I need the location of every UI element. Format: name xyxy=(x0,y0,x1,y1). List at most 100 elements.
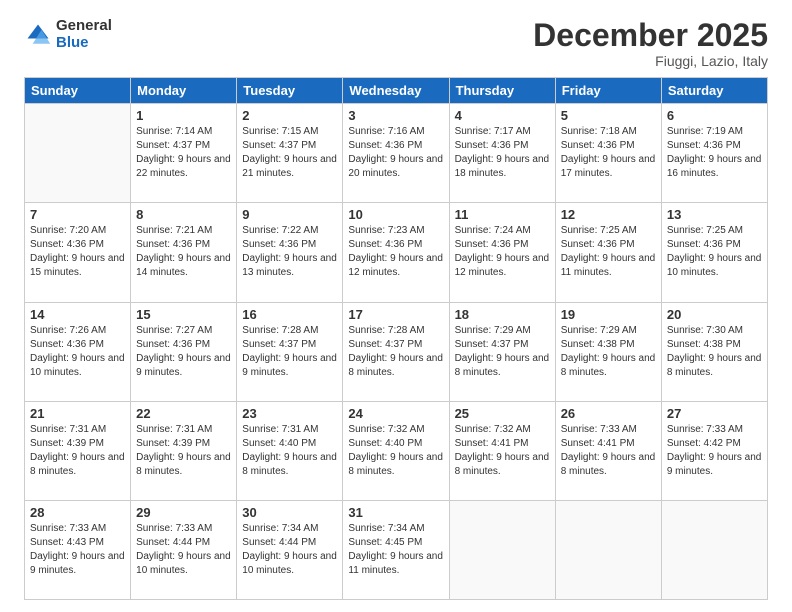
calendar-cell xyxy=(449,500,555,599)
cell-info: Sunrise: 7:33 AMSunset: 4:41 PMDaylight:… xyxy=(561,423,656,479)
day-number: 28 xyxy=(30,505,125,520)
calendar-week-2: 7 Sunrise: 7:20 AMSunset: 4:36 PMDaylight… xyxy=(25,203,768,302)
day-number: 12 xyxy=(561,207,656,222)
weekday-header-thursday: Thursday xyxy=(449,78,555,104)
calendar-cell xyxy=(25,104,131,203)
calendar-cell: 9Sunrise: 7:22 AMSunset: 4:36 PMDaylight… xyxy=(237,203,343,302)
calendar-cell: 12 Sunrise: 7:25 AMSunset: 4:36 PMDayligh… xyxy=(555,203,661,302)
month-title: December 2025 xyxy=(533,18,768,53)
day-number: 7 xyxy=(30,207,125,222)
day-number: 4 xyxy=(455,108,550,123)
calendar-cell: 6 Sunrise: 7:19 AMSunset: 4:36 PMDaylight… xyxy=(661,104,767,203)
logo-general: General xyxy=(56,18,112,35)
header: General Blue December 2025 Fiuggi, Lazio… xyxy=(24,18,768,69)
calendar-cell: 1 Sunrise: 7:14 AMSunset: 4:37 PMDaylight… xyxy=(131,104,237,203)
cell-info: Sunrise: 7:29 AMSunset: 4:37 PMDaylight:… xyxy=(455,324,550,380)
day-number: 1 xyxy=(136,108,231,123)
day-number: 25 xyxy=(455,406,550,421)
title-block: December 2025 Fiuggi, Lazio, Italy xyxy=(533,18,768,69)
day-number: 30 xyxy=(242,505,337,520)
day-number: 11 xyxy=(455,207,550,222)
day-number: 22 xyxy=(136,406,231,421)
calendar-cell: 11 Sunrise: 7:24 AMSunset: 4:36 PMDayligh… xyxy=(449,203,555,302)
calendar-cell: 21Sunrise: 7:31 AMSunset: 4:39 PMDayligh… xyxy=(25,401,131,500)
calendar-cell: 2Sunrise: 7:15 AMSunset: 4:37 PMDaylight… xyxy=(237,104,343,203)
cell-info: Sunrise: 7:25 AMSunset: 4:36 PMDaylight:… xyxy=(667,224,762,280)
calendar-cell xyxy=(661,500,767,599)
cell-info: Sunrise: 7:27 AMSunset: 4:36 PMDaylight:… xyxy=(136,324,231,380)
cell-info: Sunrise: 7:32 AMSunset: 4:41 PMDaylight:… xyxy=(455,423,550,479)
calendar-cell: 10Sunrise: 7:23 AMSunset: 4:36 PMDayligh… xyxy=(343,203,449,302)
cell-info: Sunrise: 7:20 AMSunset: 4:36 PMDaylight:… xyxy=(30,224,125,280)
cell-info: Sunrise: 7:16 AMSunset: 4:36 PMDaylight:… xyxy=(348,125,443,181)
calendar-cell: 3 Sunrise: 7:16 AMSunset: 4:36 PMDaylight… xyxy=(343,104,449,203)
calendar-cell: 23 Sunrise: 7:31 AMSunset: 4:40 PMDayligh… xyxy=(237,401,343,500)
logo-text: General Blue xyxy=(56,18,112,51)
calendar-cell: 7 Sunrise: 7:20 AMSunset: 4:36 PMDaylight… xyxy=(25,203,131,302)
calendar-cell: 26 Sunrise: 7:33 AMSunset: 4:41 PMDayligh… xyxy=(555,401,661,500)
calendar-cell: 13Sunrise: 7:25 AMSunset: 4:36 PMDayligh… xyxy=(661,203,767,302)
calendar-cell: 30 Sunrise: 7:34 AMSunset: 4:44 PMDayligh… xyxy=(237,500,343,599)
cell-info: Sunrise: 7:29 AMSunset: 4:38 PMDaylight:… xyxy=(561,324,656,380)
calendar-cell: 24 Sunrise: 7:32 AMSunset: 4:40 PMDayligh… xyxy=(343,401,449,500)
day-number: 18 xyxy=(455,307,550,322)
calendar-cell: 31 Sunrise: 7:34 AMSunset: 4:45 PMDayligh… xyxy=(343,500,449,599)
cell-info: Sunrise: 7:31 AMSunset: 4:40 PMDaylight:… xyxy=(242,423,337,479)
day-number: 29 xyxy=(136,505,231,520)
weekday-header-friday: Friday xyxy=(555,78,661,104)
weekday-header-tuesday: Tuesday xyxy=(237,78,343,104)
cell-info: Sunrise: 7:31 AMSunset: 4:39 PMDaylight:… xyxy=(30,423,125,479)
day-number: 6 xyxy=(667,108,762,123)
calendar-cell: 28 Sunrise: 7:33 AMSunset: 4:43 PMDayligh… xyxy=(25,500,131,599)
day-number: 27 xyxy=(667,406,762,421)
day-number: 15 xyxy=(136,307,231,322)
calendar-cell: 29 Sunrise: 7:33 AMSunset: 4:44 PMDayligh… xyxy=(131,500,237,599)
cell-info: Sunrise: 7:32 AMSunset: 4:40 PMDaylight:… xyxy=(348,423,443,479)
weekday-header-row: SundayMondayTuesdayWednesdayThursdayFrid… xyxy=(25,78,768,104)
cell-info: Sunrise: 7:14 AMSunset: 4:37 PMDaylight:… xyxy=(136,125,231,181)
day-number: 3 xyxy=(348,108,443,123)
cell-info: Sunrise: 7:34 AMSunset: 4:45 PMDaylight:… xyxy=(348,522,443,578)
day-number: 19 xyxy=(561,307,656,322)
calendar-cell: 20Sunrise: 7:30 AMSunset: 4:38 PMDayligh… xyxy=(661,302,767,401)
cell-info: Sunrise: 7:30 AMSunset: 4:38 PMDaylight:… xyxy=(667,324,762,380)
day-number: 31 xyxy=(348,505,443,520)
cell-info: Sunrise: 7:28 AMSunset: 4:37 PMDaylight:… xyxy=(242,324,337,380)
calendar-cell: 17Sunrise: 7:28 AMSunset: 4:37 PMDayligh… xyxy=(343,302,449,401)
cell-info: Sunrise: 7:21 AMSunset: 4:36 PMDaylight:… xyxy=(136,224,231,280)
day-number: 5 xyxy=(561,108,656,123)
cell-info: Sunrise: 7:18 AMSunset: 4:36 PMDaylight:… xyxy=(561,125,656,181)
location-subtitle: Fiuggi, Lazio, Italy xyxy=(533,53,768,69)
logo-icon xyxy=(24,21,52,49)
day-number: 24 xyxy=(348,406,443,421)
calendar-week-4: 21Sunrise: 7:31 AMSunset: 4:39 PMDayligh… xyxy=(25,401,768,500)
cell-info: Sunrise: 7:33 AMSunset: 4:43 PMDaylight:… xyxy=(30,522,125,578)
calendar-week-3: 14Sunrise: 7:26 AMSunset: 4:36 PMDayligh… xyxy=(25,302,768,401)
cell-info: Sunrise: 7:23 AMSunset: 4:36 PMDaylight:… xyxy=(348,224,443,280)
cell-info: Sunrise: 7:24 AMSunset: 4:36 PMDaylight:… xyxy=(455,224,550,280)
cell-info: Sunrise: 7:33 AMSunset: 4:44 PMDaylight:… xyxy=(136,522,231,578)
day-number: 23 xyxy=(242,406,337,421)
day-number: 2 xyxy=(242,108,337,123)
calendar-cell: 14Sunrise: 7:26 AMSunset: 4:36 PMDayligh… xyxy=(25,302,131,401)
weekday-header-wednesday: Wednesday xyxy=(343,78,449,104)
cell-info: Sunrise: 7:19 AMSunset: 4:36 PMDaylight:… xyxy=(667,125,762,181)
day-number: 26 xyxy=(561,406,656,421)
calendar-cell xyxy=(555,500,661,599)
calendar-week-5: 28 Sunrise: 7:33 AMSunset: 4:43 PMDayligh… xyxy=(25,500,768,599)
weekday-header-monday: Monday xyxy=(131,78,237,104)
cell-info: Sunrise: 7:25 AMSunset: 4:36 PMDaylight:… xyxy=(561,224,656,280)
calendar-week-1: 1 Sunrise: 7:14 AMSunset: 4:37 PMDaylight… xyxy=(25,104,768,203)
calendar-cell: 15 Sunrise: 7:27 AMSunset: 4:36 PMDayligh… xyxy=(131,302,237,401)
day-number: 8 xyxy=(136,207,231,222)
calendar-cell: 18 Sunrise: 7:29 AMSunset: 4:37 PMDayligh… xyxy=(449,302,555,401)
weekday-header-saturday: Saturday xyxy=(661,78,767,104)
calendar-cell: 16 Sunrise: 7:28 AMSunset: 4:37 PMDayligh… xyxy=(237,302,343,401)
weekday-header-sunday: Sunday xyxy=(25,78,131,104)
calendar-cell: 25 Sunrise: 7:32 AMSunset: 4:41 PMDayligh… xyxy=(449,401,555,500)
calendar-cell: 4Sunrise: 7:17 AMSunset: 4:36 PMDaylight… xyxy=(449,104,555,203)
cell-info: Sunrise: 7:26 AMSunset: 4:36 PMDaylight:… xyxy=(30,324,125,380)
logo-blue: Blue xyxy=(56,35,112,52)
cell-info: Sunrise: 7:34 AMSunset: 4:44 PMDaylight:… xyxy=(242,522,337,578)
day-number: 16 xyxy=(242,307,337,322)
